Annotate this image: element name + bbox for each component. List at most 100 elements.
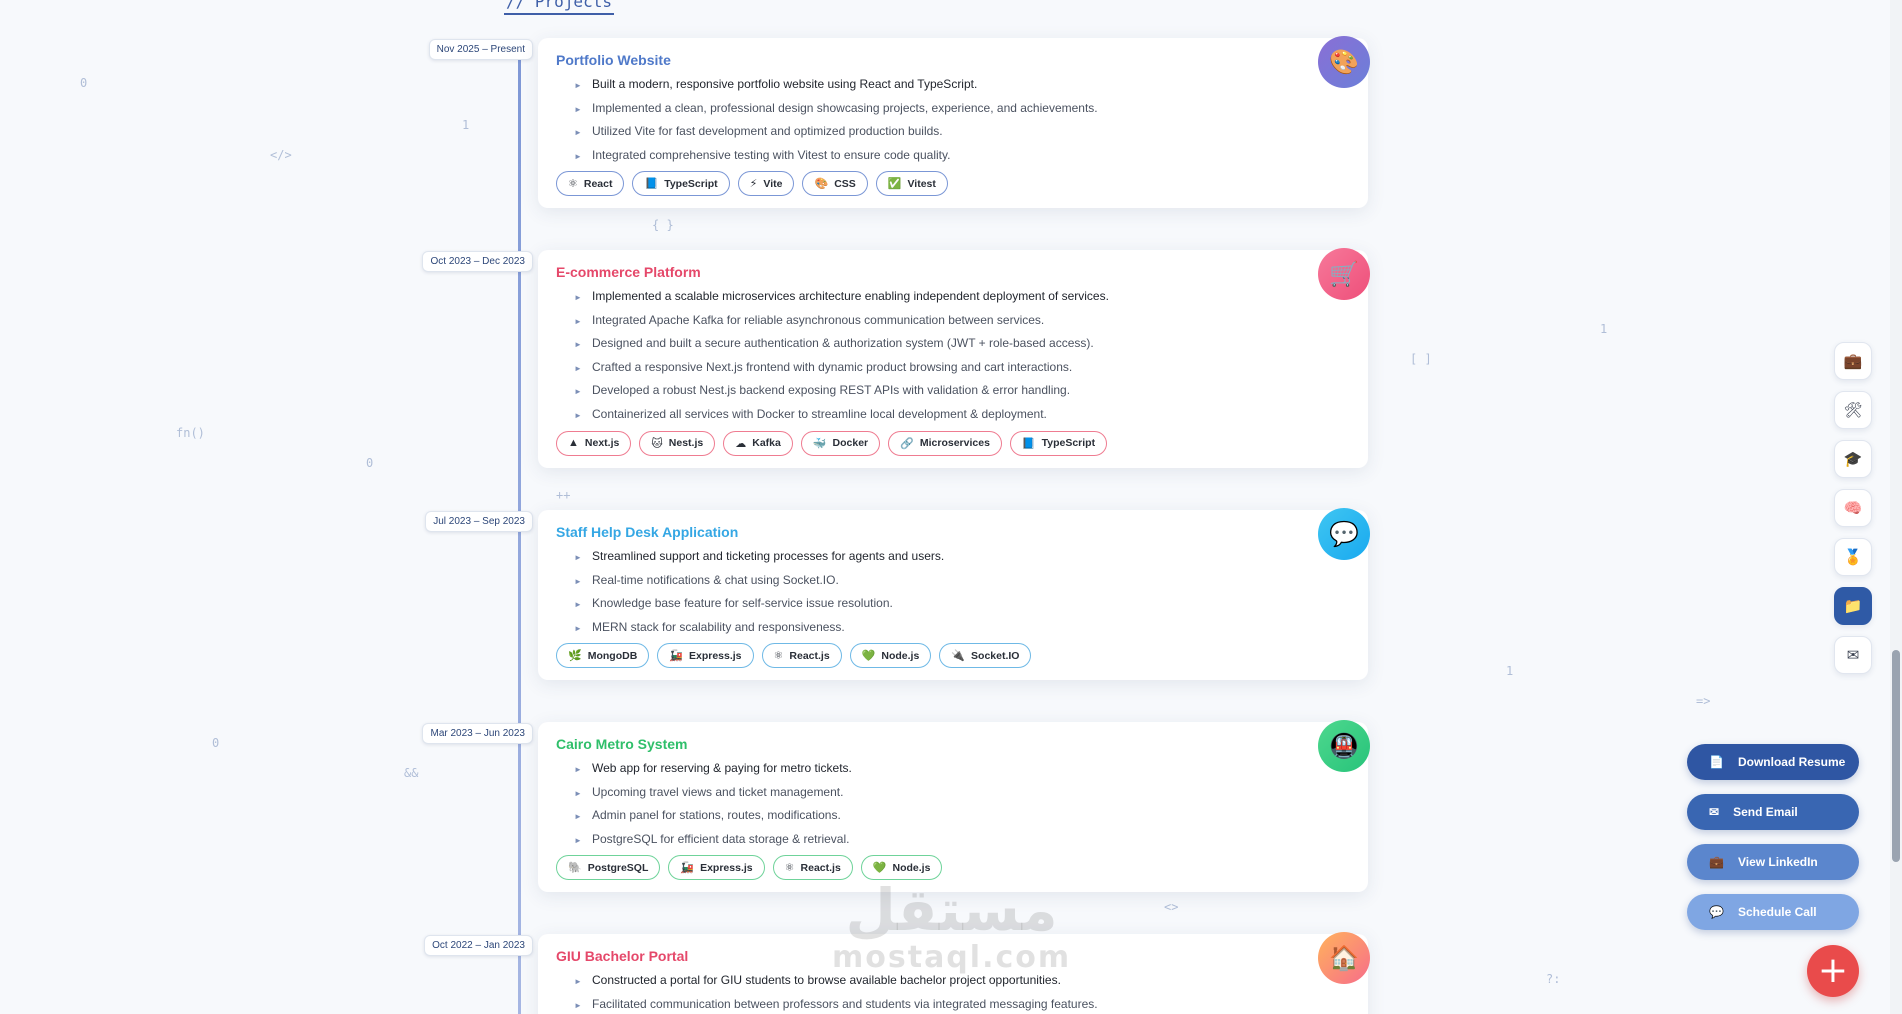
project-bullet: Containerized all services with Docker t… [556,407,1350,423]
fab-add-button[interactable]: + [1807,945,1859,997]
tech-tag-label: Node.js [881,649,920,662]
send-email-button[interactable]: ✉ Send Email [1687,794,1859,830]
tech-tag[interactable]: ✅ Vitest [875,171,948,197]
project-bullet: Utilized Vite for fast development and o… [556,124,1350,140]
tech-tag[interactable]: 📘 TypeScript [1009,430,1108,456]
tech-tag-icon: 🚂 [680,862,695,875]
download-resume-button[interactable]: 📄 Download Resume [1687,744,1859,780]
tech-tag-icon: ⚛ [568,178,578,191]
side-nav-folder-icon[interactable]: 📁 [1834,587,1872,625]
tech-tag[interactable]: 🚂 Express.js [657,643,754,669]
side-nav-graduation-cap-icon[interactable]: 🎓 [1834,440,1872,478]
tech-tags: ⚛ React 📘 TypeScript ⚡ Vite 🎨 CSS ✅ Vitest [556,171,1350,197]
project-title: Cairo Metro System [556,736,688,752]
project-date: Mar 2023 – Jun 2023 [422,723,533,744]
folder-icon: 📁 [1843,598,1863,615]
tech-tag[interactable]: ▲ Next.js [556,430,632,456]
tech-tag-label: Microservices [919,437,990,450]
code-glyph: 0 [80,76,88,90]
tech-tag[interactable]: ☁ Kafka [723,430,793,456]
view-linkedin-button[interactable]: 💼 View LinkedIn [1687,844,1859,880]
action-icon: 💬 [1709,905,1724,919]
tech-tags: 🌿 MongoDB 🚂 Express.js ⚛ React.js 💚 Node.js 🔌 Soc… [556,643,1350,669]
tech-tag[interactable]: ⚛ React [556,171,625,197]
project-bullet: Facilitated communication between profes… [556,997,1350,1013]
tech-tag-label: CSS [834,177,856,190]
project-bullets: Web app for reserving & paying for metro… [556,761,1350,848]
tech-tag-icon: 🔗 [900,437,914,450]
side-navigation: 💼 🛠 🎓 🧠 🏅 📁 ✉ [1834,342,1872,674]
tech-tag[interactable]: 🔗 Microservices [888,430,1002,456]
side-nav-medal-icon[interactable]: 🏅 [1834,538,1872,576]
tech-tag[interactable]: 🎨 CSS [802,171,868,197]
tech-tag[interactable]: 💚 Node.js [860,855,943,881]
tech-tag-icon: ✅ [887,178,902,191]
tech-tag-label: Socket.IO [971,649,1020,662]
tech-tag[interactable]: 🐱 Nest.js [639,430,716,456]
project-bullet: Implemented a clean, professional design… [556,101,1350,117]
envelope-icon: ✉ [1846,647,1860,664]
side-nav-envelope-icon[interactable]: ✉ [1834,636,1872,674]
action-icon: 💼 [1709,855,1724,869]
project-bullets: Constructed a portal for GIU students to… [556,973,1350,1013]
graduation-cap-icon: 🎓 [1843,451,1863,468]
tech-tag[interactable]: ⚛ React.js [761,643,842,669]
tech-tag[interactable]: ⚡ Vite [737,171,795,197]
tech-tag[interactable]: 🚂 Express.js [668,855,765,881]
tech-tag-icon: ⚛ [784,862,795,875]
page-scrollbar[interactable] [1890,0,1902,1014]
tech-tag[interactable]: 💚 Node.js [849,643,932,669]
project-bullet: Streamlined support and ticketing proces… [556,549,1350,565]
tech-tag-label: TypeScript [664,177,718,190]
side-nav-briefcase-icon[interactable]: 💼 [1834,342,1872,380]
tech-tag[interactable]: 🌿 MongoDB [556,643,650,669]
project-bullets: Built a modern, responsive portfolio web… [556,77,1350,164]
project-card: 💬Staff Help Desk ApplicationStreamlined … [538,508,1370,681]
tech-tag-icon: 🚂 [669,650,683,663]
code-glyph: ?: [1546,972,1561,986]
side-nav-tools-icon[interactable]: 🛠 [1834,391,1872,429]
tech-tag-label: Express.js [688,649,742,662]
action-label: View LinkedIn [1737,855,1818,869]
tech-tag[interactable]: 📘 TypeScript [632,171,730,197]
project-bullet: Upcoming travel views and ticket managem… [556,785,1350,801]
tech-tag-label: Kafka [752,437,781,450]
tools-icon: 🛠 [1843,402,1863,419]
action-label: Send Email [1733,805,1798,819]
project-bullet: Developed a robust Nest.js backend expos… [556,383,1350,399]
brain-icon: 🧠 [1843,500,1863,517]
tech-tag[interactable]: 🐘 PostgreSQL [556,855,661,881]
action-icon: 📄 [1709,755,1724,769]
action-icon: ✉ [1709,805,1720,819]
tech-tag[interactable]: 🔌 Socket.IO [939,643,1032,669]
tech-tag-label: Next.js [584,437,620,450]
scrollbar-thumb[interactable] [1892,650,1900,862]
tech-tag-icon: 🌿 [568,650,582,663]
schedule-call-button[interactable]: 💬 Schedule Call [1687,894,1859,930]
tech-tags: 🐘 PostgreSQL 🚂 Express.js ⚛ React.js 💚 Node.js [556,855,1350,881]
code-glyph: 1 [462,118,470,132]
tech-tag[interactable]: 🐳 Docker [800,430,881,456]
tech-tag-icon: 📘 [1021,437,1036,450]
code-glyph: && [404,766,419,780]
project-date: Oct 2023 – Dec 2023 [422,251,533,272]
side-nav-brain-icon[interactable]: 🧠 [1834,489,1872,527]
project-date: Jul 2023 – Sep 2023 [425,511,533,532]
code-glyph: fn() [176,426,205,440]
project-card: 🛒E-commerce PlatformImplemented a scalab… [538,248,1370,468]
code-glyph: [ ] [1410,352,1432,366]
tech-tag-icon: 🔌 [951,650,966,663]
tech-tag-label: React.js [800,861,841,874]
tech-tag-label: Nest.js [668,437,704,450]
project-date: Oct 2022 – Jan 2023 [424,935,533,956]
tech-tag-icon: ⚛ [773,650,784,663]
section-heading: // Projects [504,0,614,15]
tech-tag-label: Vite [763,177,783,190]
timeline-line [518,58,521,1014]
tech-tag[interactable]: ⚛ React.js [772,855,853,881]
project-bullets: Implemented a scalable microservices arc… [556,289,1350,423]
code-glyph: ++ [556,488,571,502]
briefcase-icon: 💼 [1843,353,1863,370]
tech-tag-label: PostgreSQL [587,861,649,874]
tech-tag-icon: 🐳 [812,437,827,450]
